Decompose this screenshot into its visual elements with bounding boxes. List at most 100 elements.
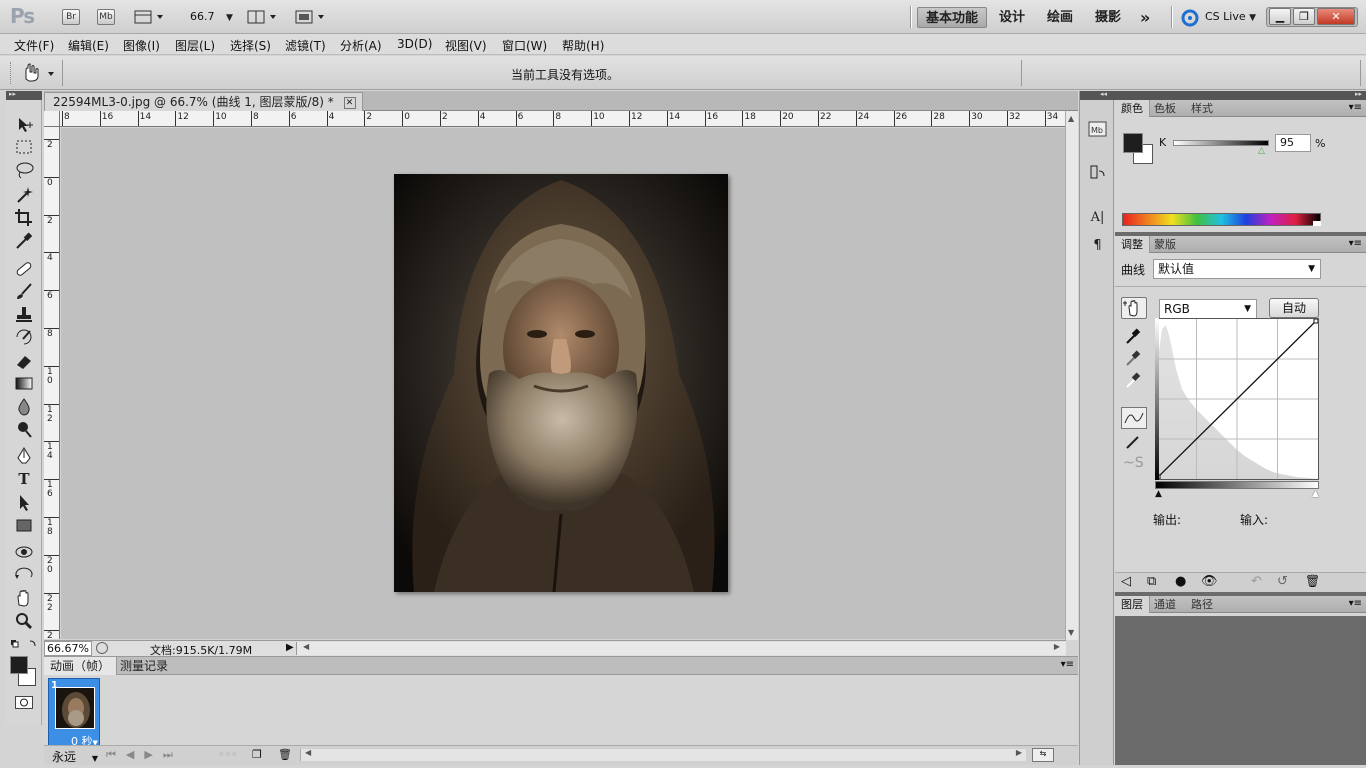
black-input-slider[interactable]: ▲ <box>1155 489 1162 499</box>
screen-mode-button[interactable] <box>295 9 327 25</box>
more-workspaces-button[interactable]: » <box>1132 7 1158 28</box>
pen-tool[interactable] <box>13 446 35 467</box>
panel-menu-icon[interactable]: ▾≡ <box>1349 598 1362 609</box>
workspace-painting[interactable]: 绘画 <box>1039 7 1081 28</box>
history-panel-icon[interactable] <box>1087 162 1108 182</box>
reset-icon[interactable]: ↺ <box>1277 574 1288 589</box>
menu-image[interactable]: 图像(I) <box>123 37 160 54</box>
channel-dropdown[interactable]: RGB ▼ <box>1159 299 1257 319</box>
black-point-eyedropper[interactable] <box>1123 326 1143 346</box>
scroll-down-icon[interactable]: ▼ <box>1068 628 1074 637</box>
path-selection-tool[interactable] <box>13 492 35 513</box>
view-extras-button[interactable] <box>134 9 164 25</box>
mini-bridge-button[interactable]: Mb <box>97 9 115 25</box>
move-tool[interactable] <box>13 114 35 135</box>
brush-tool[interactable] <box>13 281 35 302</box>
paragraph-panel-icon[interactable]: ¶ <box>1087 235 1108 255</box>
blur-tool[interactable] <box>13 396 35 417</box>
k-slider-track[interactable] <box>1173 140 1269 146</box>
menu-filter[interactable]: 滤镜(T) <box>285 37 326 54</box>
curves-preset-dropdown[interactable]: 默认值 ▼ <box>1153 259 1321 279</box>
loop-select[interactable]: 永远 ▼ <box>52 748 98 765</box>
character-panel-icon[interactable]: A| <box>1087 207 1108 227</box>
smooth-curve-button[interactable]: ~S <box>1123 453 1144 473</box>
convert-timeline-icon[interactable]: ⇆ <box>1032 748 1054 762</box>
clone-stamp-tool[interactable] <box>13 304 35 325</box>
document-image[interactable] <box>394 174 728 593</box>
spectrum-white-chip[interactable] <box>1313 221 1321 226</box>
menu-view[interactable]: 视图(V) <box>445 37 487 54</box>
panel-menu-icon[interactable]: ▾≡ <box>1061 659 1074 670</box>
white-input-slider[interactable]: ▲ <box>1312 489 1319 499</box>
minimize-button[interactable]: ▁ <box>1269 8 1291 25</box>
mini-bridge-panel-icon[interactable]: Mb <box>1087 119 1108 139</box>
close-button[interactable]: ✕ <box>1317 8 1355 25</box>
restore-button[interactable]: ❐ <box>1293 8 1315 25</box>
delete-frame-icon[interactable]: 🗑 <box>278 748 292 761</box>
document-tab[interactable]: 22594ML3-0.jpg @ 66.7% (曲线 1, 图层蒙版/8) * … <box>44 92 363 111</box>
tab-layers[interactable]: 图层 <box>1115 596 1150 613</box>
arrange-documents-button[interactable] <box>247 9 279 25</box>
color-spectrum-bar[interactable] <box>1122 213 1321 226</box>
status-info-icon[interactable] <box>96 642 108 654</box>
dodge-tool[interactable] <box>13 419 35 440</box>
status-menu-arrow-icon[interactable]: ▶ <box>286 642 294 653</box>
spot-healing-tool[interactable] <box>13 258 35 279</box>
marquee-tool[interactable] <box>13 137 35 158</box>
tab-swatches[interactable]: 色板 <box>1148 100 1182 117</box>
quick-mask-button[interactable] <box>15 696 33 709</box>
tab-adjustments[interactable]: 调整 <box>1115 236 1150 253</box>
panel-menu-icon[interactable]: ▾≡ <box>1349 238 1362 249</box>
auto-button[interactable]: 自动 <box>1269 298 1319 318</box>
foreground-color-swatch[interactable] <box>10 656 28 674</box>
white-point-eyedropper[interactable] <box>1123 370 1143 390</box>
tween-icon[interactable]: ◦◦◦ <box>218 748 237 761</box>
curve-pencil-button[interactable] <box>1123 432 1143 452</box>
menu-file[interactable]: 文件(F) <box>14 37 54 54</box>
frames-scrollbar[interactable]: ◀ ▶ <box>300 748 1026 761</box>
bridge-button[interactable]: Br <box>62 9 80 25</box>
tab-measurement-log[interactable]: 测量记录 <box>114 657 174 675</box>
menu-3d[interactable]: 3D(D) <box>397 37 432 51</box>
zoom-level-select[interactable]: 66.7 ▼ <box>190 10 233 23</box>
hand-tool[interactable] <box>13 588 35 609</box>
new-frame-icon[interactable]: ❐ <box>252 748 262 761</box>
3d-orbit-tool[interactable] <box>13 565 35 586</box>
close-tab-icon[interactable]: ✕ <box>343 96 356 109</box>
eyedropper-tool[interactable] <box>13 230 35 251</box>
vertical-scrollbar[interactable]: ▲ ▼ <box>1065 111 1078 640</box>
lasso-tool[interactable] <box>13 160 35 181</box>
workspace-photography[interactable]: 摄影 <box>1087 7 1129 28</box>
expanded-view-icon[interactable]: ⧉ <box>1147 574 1156 589</box>
3d-rotate-tool[interactable] <box>13 542 35 563</box>
workspace-essentials[interactable]: 基本功能 <box>917 7 988 28</box>
tab-paths[interactable]: 路径 <box>1185 596 1219 613</box>
animation-frame[interactable]: 1 0 秒▼ <box>48 678 100 748</box>
clip-to-layer-icon[interactable]: ● <box>1175 574 1186 589</box>
eraser-tool[interactable] <box>13 350 35 371</box>
history-brush-tool[interactable] <box>13 327 35 348</box>
menu-edit[interactable]: 编辑(E) <box>68 37 109 54</box>
default-swap-colors[interactable] <box>10 638 38 648</box>
menu-analysis[interactable]: 分析(A) <box>340 37 382 54</box>
k-slider-thumb[interactable]: △ <box>1258 146 1265 156</box>
menu-window[interactable]: 窗口(W) <box>502 37 547 54</box>
gray-point-eyedropper[interactable] <box>1123 348 1143 368</box>
tab-styles[interactable]: 样式 <box>1185 100 1219 117</box>
targeted-adjustment-button[interactable] <box>1121 297 1147 319</box>
ruler-origin[interactable] <box>44 111 60 127</box>
zoom-field[interactable]: 66.67% <box>44 641 92 656</box>
scroll-right-icon[interactable]: ▶ <box>1054 642 1060 651</box>
strip-header[interactable]: ◂◂ <box>1080 90 1115 100</box>
horizontal-scrollbar[interactable]: ◀ ▶ <box>296 642 1066 655</box>
cs-live-menu[interactable]: CS Live ▼ <box>1205 10 1256 23</box>
rectangle-tool[interactable] <box>13 515 35 536</box>
k-value-input[interactable]: 95 <box>1275 134 1311 152</box>
curves-graph[interactable] <box>1155 318 1319 480</box>
color-fg-swatch[interactable] <box>1123 133 1143 153</box>
type-tool[interactable]: T <box>13 469 35 490</box>
quick-selection-tool[interactable] <box>13 184 35 205</box>
delete-adjustment-icon[interactable]: 🗑 <box>1305 574 1320 588</box>
playback-buttons[interactable]: ⏮◀▶⏭ <box>106 748 183 762</box>
tab-masks[interactable]: 蒙版 <box>1148 236 1182 253</box>
